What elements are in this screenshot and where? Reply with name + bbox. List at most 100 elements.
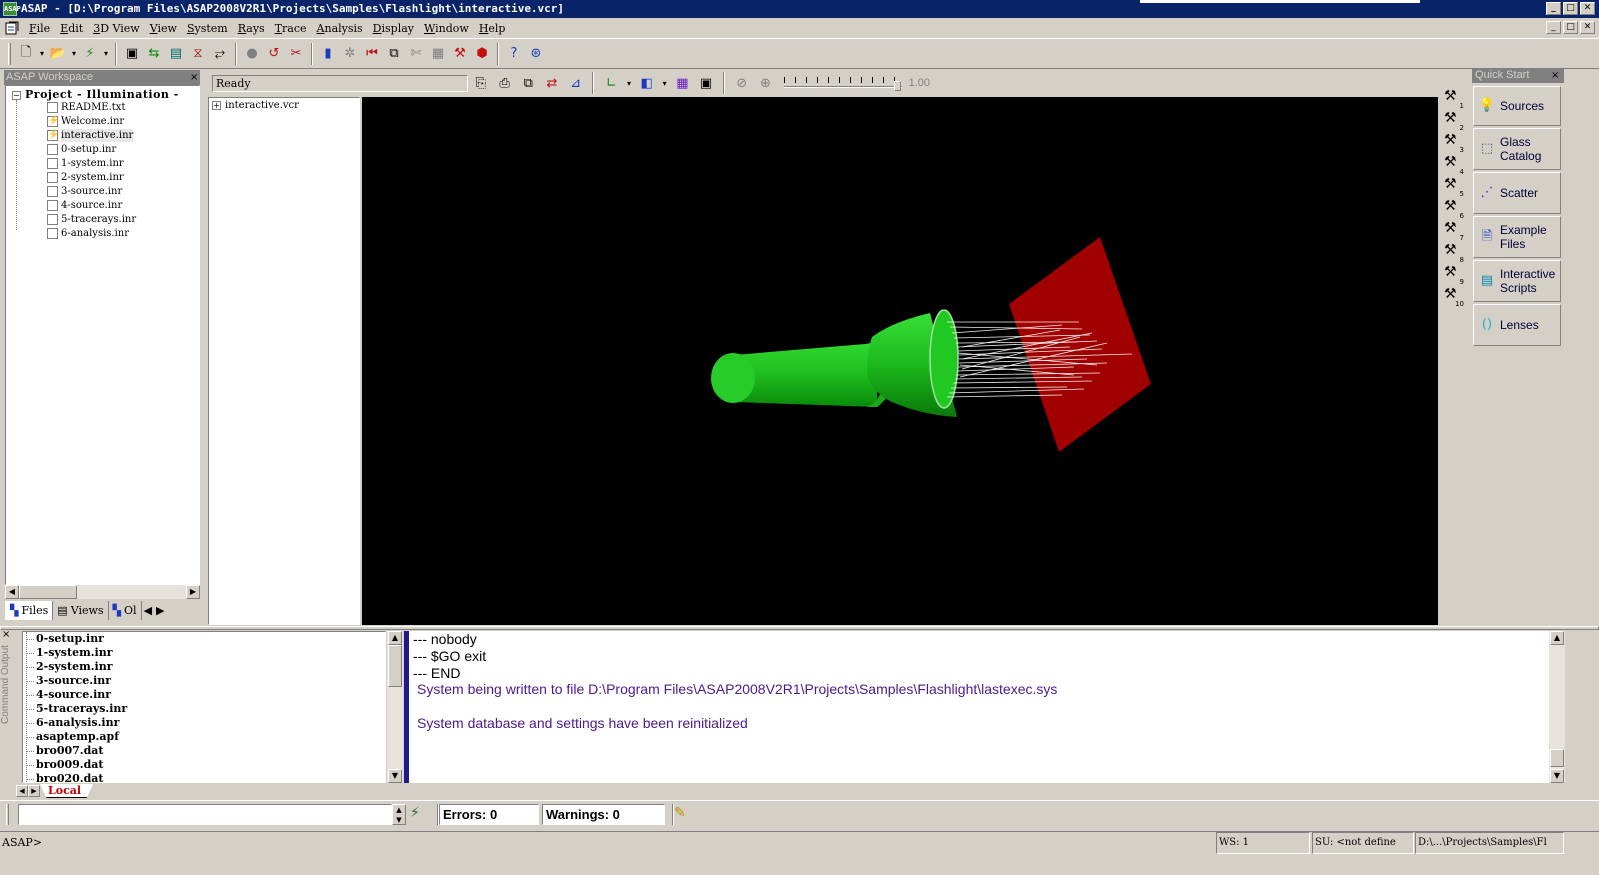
macro-10-hammer-icon[interactable]: ⚒ 10 — [1444, 286, 1464, 308]
close-button[interactable]: ✕ — [1580, 2, 1595, 15]
copy-window-icon[interactable]: ⧉ — [383, 43, 405, 65]
minimize-button[interactable]: _ — [1546, 2, 1561, 15]
axes-icon[interactable]: ⊿ — [565, 72, 587, 94]
file-list-item[interactable]: 2-system.inr — [26, 660, 113, 674]
tree-item-welcome[interactable]: ⚡ Welcome.inr — [47, 115, 124, 128]
tab-local[interactable]: Local — [40, 784, 94, 798]
tab-files[interactable]: ▚ Files — [5, 601, 54, 620]
outline-item-interactive[interactable]: + interactive.vcr — [212, 100, 299, 111]
open-folder-icon[interactable]: 📂 — [47, 43, 69, 65]
menu-file[interactable]: File — [24, 22, 55, 35]
axis-dropdown-icon[interactable]: ▾ — [624, 72, 634, 94]
record-icon[interactable]: ⏮ — [361, 43, 383, 65]
file-list-scrollbar[interactable]: ▲ ▼ — [387, 631, 403, 783]
output-close-icon[interactable]: × — [2, 629, 14, 641]
context-help-icon[interactable]: ⊛ — [525, 43, 547, 65]
file-list-item[interactable]: 1-system.inr — [26, 646, 113, 660]
maximize-button[interactable]: □ — [1563, 2, 1578, 15]
swap-icon[interactable]: ⇄ — [541, 72, 563, 94]
sources-button[interactable]: 💡 Sources — [1473, 86, 1561, 126]
viewer-toggle-icon[interactable]: ▤ — [165, 43, 187, 65]
undo-icon[interactable]: ↺ — [263, 43, 285, 65]
example-files-button[interactable]: 🗎 Example Files — [1473, 216, 1561, 258]
file-list-item[interactable]: asaptemp.apf — [26, 730, 119, 744]
view-box-icon[interactable]: ◧ — [636, 72, 658, 94]
command-history-spinner[interactable]: ▲ ▼ — [392, 804, 406, 825]
file-list-item[interactable]: 5-tracerays.inr — [25, 702, 127, 716]
file-list-item[interactable]: 6-analysis.inr — [25, 716, 119, 730]
project-root[interactable]: − Project - Illumination - — [12, 88, 179, 101]
scroll-thumb[interactable] — [19, 585, 77, 599]
tree-item-4-source[interactable]: 4-source.inr — [47, 199, 122, 212]
tree-item-interactive[interactable]: ⚡ interactive.inr — [47, 129, 134, 142]
output-splitter[interactable] — [0, 626, 1599, 630]
command-output-pane[interactable]: --- nobody --- $GO exit --- END System b… — [409, 631, 1549, 783]
asap-app-icon[interactable]: ASAP — [3, 2, 21, 16]
tree-item-readme[interactable]: README.txt — [47, 101, 125, 114]
trace-step-icon[interactable]: ⥂ — [209, 43, 231, 65]
clear-errors-icon[interactable]: ✎ — [674, 805, 694, 825]
workspace-close-icon[interactable]: × — [190, 70, 202, 85]
output-toggle-icon[interactable]: ⇆ — [143, 43, 165, 65]
3d-viewport[interactable] — [362, 97, 1438, 625]
execute-dropdown-icon[interactable]: ▾ — [101, 43, 111, 65]
new-dropdown-icon[interactable]: ▾ — [37, 43, 47, 65]
menu-edit[interactable]: Edit — [55, 22, 88, 35]
execute-icon[interactable]: ⚡ — [79, 43, 101, 65]
scroll-left-icon[interactable]: ◀ — [5, 585, 19, 599]
scroll-right-icon[interactable]: ▶ — [186, 585, 200, 599]
menu-view[interactable]: View — [145, 22, 182, 35]
view-box-dropdown-icon[interactable]: ▾ — [660, 72, 670, 94]
lenses-button[interactable]: () Lenses — [1473, 304, 1561, 346]
output-scrollbar[interactable]: ▲ ▼ — [1549, 631, 1565, 783]
macro-8-hammer-icon[interactable]: ⚒ 8 — [1444, 242, 1464, 264]
scroll-thumb[interactable] — [1550, 749, 1564, 767]
file-list-item[interactable]: 0-setup.inr — [26, 632, 104, 646]
file-list-item[interactable]: bro007.dat — [26, 744, 104, 758]
copy-view-icon[interactable]: ⧉ — [517, 72, 539, 94]
command-input[interactable] — [18, 804, 392, 825]
macro-1-hammer-icon[interactable]: ⚒ 1 — [1444, 88, 1464, 110]
frame-icon[interactable]: ▣ — [695, 72, 717, 94]
open-dropdown-icon[interactable]: ▾ — [69, 43, 79, 65]
grid-icon[interactable]: ▦ — [427, 43, 449, 65]
doc-restore-button[interactable]: □ — [1563, 21, 1578, 34]
doc-minimize-button[interactable]: _ — [1546, 21, 1561, 34]
macro-9-hammer-icon[interactable]: ⚒ 9 — [1444, 264, 1464, 286]
slider-thumb[interactable] — [894, 81, 902, 91]
tree-item-5-tracerays[interactable]: 5-tracerays.inr — [47, 213, 136, 226]
workspace-toggle-icon[interactable]: ▣ — [121, 43, 143, 65]
trace-icon[interactable]: ✲ — [339, 43, 361, 65]
menu-system[interactable]: System — [182, 22, 233, 35]
cut-icon[interactable]: ✄ — [405, 43, 427, 65]
tab-scroll-left-icon[interactable]: ◀ — [16, 785, 28, 797]
quick-start-close-icon[interactable]: × — [1551, 68, 1563, 83]
macro-7-hammer-icon[interactable]: ⚒ 7 — [1444, 220, 1464, 242]
workspace-horizontal-scrollbar[interactable]: ◀ ▶ — [5, 585, 200, 599]
tree-item-6-analysis[interactable]: 6-analysis.inr — [47, 227, 129, 240]
split-view-icon[interactable]: ⧖ — [187, 43, 209, 65]
clear-system-icon[interactable]: ✂ — [285, 43, 307, 65]
menu-analysis[interactable]: Analysis — [312, 22, 368, 35]
menu-trace[interactable]: Trace — [270, 22, 312, 35]
menu-display[interactable]: Display — [368, 22, 419, 35]
file-list-item[interactable]: bro020.dat — [26, 772, 104, 782]
toolbar-grip[interactable] — [8, 42, 11, 65]
macro-6-hammer-icon[interactable]: ⚒ 6 — [1444, 198, 1464, 220]
macro-4-hammer-icon[interactable]: ⚒ 4 — [1444, 154, 1464, 176]
print-icon[interactable]: ⎙ — [494, 72, 516, 94]
tools-icon[interactable]: ⚒ — [449, 43, 471, 65]
tab-views[interactable]: ▤ Views — [53, 601, 109, 620]
globe-icon[interactable]: ⊕ — [755, 72, 777, 94]
execute-command-icon[interactable]: ⚡ — [410, 805, 430, 825]
scroll-up-icon[interactable]: ▲ — [1550, 631, 1564, 645]
menu-rays[interactable]: Rays — [233, 22, 270, 35]
collapse-icon[interactable]: − — [12, 91, 21, 100]
scroll-down-icon[interactable]: ▼ — [1550, 769, 1564, 783]
menu-window[interactable]: Window — [419, 22, 474, 35]
document-icon[interactable] — [4, 20, 20, 36]
zoom-slider[interactable] — [784, 75, 903, 91]
tree-item-3-source[interactable]: 3-source.inr — [47, 185, 122, 198]
new-view-icon[interactable]: ⎘ — [470, 72, 492, 94]
tree-item-0-setup[interactable]: 0-setup.inr — [47, 143, 116, 156]
